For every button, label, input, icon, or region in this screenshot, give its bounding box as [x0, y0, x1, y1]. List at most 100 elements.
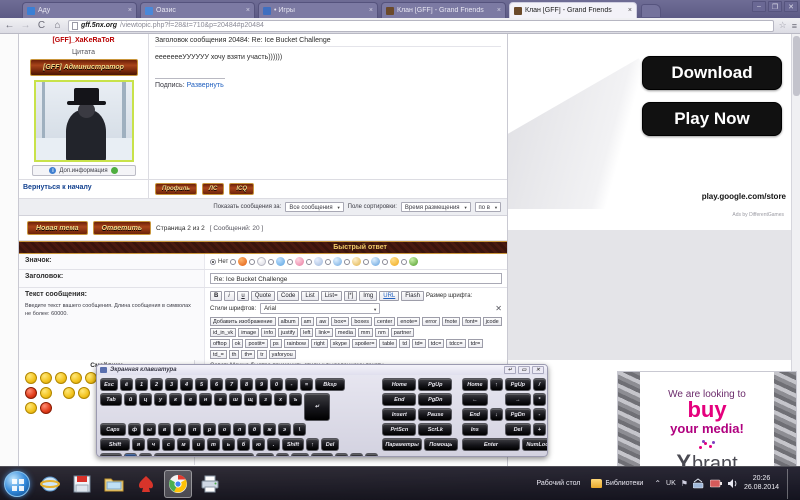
bbtag[interactable]: tdr= [467, 339, 484, 348]
key-backspace[interactable]: Bksp [315, 378, 345, 391]
smiley[interactable] [63, 387, 75, 399]
key-minus[interactable]: - [285, 378, 298, 391]
key-numlock[interactable]: NumLock [521, 438, 547, 451]
show-posts-select[interactable]: Все сообщения [285, 202, 344, 213]
bb-quote-button[interactable]: Quote [250, 291, 276, 301]
close-icon[interactable]: ✕ [495, 304, 502, 313]
taskbar-item-floppy-save-app[interactable] [68, 470, 96, 498]
key-num-divide[interactable]: / [532, 378, 546, 391]
taskbar-item-google-chrome[interactable] [164, 469, 192, 498]
key-scrlk[interactable]: ScrLk [418, 423, 453, 436]
key-l[interactable]: л [233, 423, 246, 436]
browser-tab-1[interactable]: Оазис × [140, 2, 255, 18]
bbtag[interactable]: left [300, 328, 314, 337]
bbtag[interactable]: enote= [397, 317, 421, 326]
bbtag[interactable]: album [277, 317, 299, 326]
bb-code-button[interactable]: Code [277, 291, 300, 301]
subject-input[interactable]: Re: Ice Bucket Challenge [210, 273, 502, 284]
icon-radio[interactable] [344, 258, 351, 265]
bb-list-button[interactable]: List [301, 291, 319, 301]
key-num-right[interactable]: → [504, 393, 531, 406]
browser-tab-4-active[interactable]: Клан [GFF] - Grand Friends × [509, 2, 637, 18]
bbtag[interactable]: center [374, 317, 396, 326]
key-a[interactable]: а [173, 423, 186, 436]
key-e[interactable]: э [278, 423, 291, 436]
reload-icon[interactable]: C [36, 20, 47, 31]
key-b[interactable]: б [237, 438, 250, 451]
key-num-enter[interactable]: Enter [461, 438, 520, 451]
bbtag[interactable]: tdc= [427, 339, 445, 348]
key-alt-right[interactable]: Alt [256, 453, 275, 456]
key-backslash[interactable]: \ [293, 423, 306, 436]
desktop-toolbar-label[interactable]: Рабочий стол [536, 480, 580, 487]
key-h[interactable]: х [274, 393, 287, 406]
smiley[interactable] [40, 402, 52, 414]
key-zh[interactable]: ж [263, 423, 276, 436]
smiley[interactable] [25, 387, 37, 399]
key-num-pgup[interactable]: PgUp [504, 378, 531, 391]
bbtag[interactable]: nm [375, 328, 389, 337]
signature-expand-link[interactable]: Развернуть [187, 82, 224, 89]
key-0[interactable]: 0 [270, 378, 283, 391]
post-icon-fire[interactable] [238, 257, 248, 266]
bbtag[interactable]: partner [390, 328, 415, 337]
key-shift-left[interactable]: Shift [100, 438, 130, 451]
key-equals[interactable]: = [300, 378, 313, 391]
bbtag[interactable]: offtop [210, 339, 230, 348]
bbtag[interactable]: info [261, 328, 277, 337]
key-d[interactable]: д [248, 423, 261, 436]
pm-button[interactable]: ЛС [201, 183, 225, 195]
font-style-select[interactable]: Arial [260, 303, 381, 315]
key-r[interactable]: р [203, 423, 216, 436]
bb-listitem-button[interactable]: [*] [343, 291, 358, 301]
key-pgup[interactable]: PgUp [418, 378, 453, 391]
bbtag[interactable]: yaforyou [268, 350, 296, 359]
key-pgdn[interactable]: PgDn [418, 393, 453, 406]
new-tab-button[interactable] [641, 4, 661, 17]
icon-radio[interactable] [382, 258, 389, 265]
post-author-name[interactable]: [GFF]_XaKeRaToR [23, 37, 144, 44]
key-num-multiply[interactable]: * [532, 393, 546, 406]
key-k[interactable]: к [169, 393, 182, 406]
key-windows[interactable]: ⊞ [124, 453, 137, 456]
scrollbar-thumb[interactable] [793, 36, 800, 96]
page-info-icon[interactable] [72, 21, 78, 30]
tab-close-icon[interactable]: × [628, 7, 632, 14]
star-icon[interactable]: ☆ [779, 20, 787, 31]
icon-radio[interactable] [325, 258, 332, 265]
back-icon[interactable]: ← [4, 20, 15, 31]
key-ctrl-right[interactable]: Ctrl [311, 453, 334, 456]
key-m[interactable]: м [177, 438, 190, 451]
key-z[interactable]: з [259, 393, 272, 406]
smiley[interactable] [40, 372, 52, 384]
profile-button[interactable]: Профиль [155, 183, 197, 195]
key-ye[interactable]: е [184, 393, 197, 406]
volume-icon[interactable] [727, 478, 739, 489]
key-tilde[interactable]: ё [120, 378, 133, 391]
bbtag[interactable]: tdcc= [446, 339, 466, 348]
browser-tab-0[interactable]: Аду × [22, 2, 137, 18]
close-window-button[interactable]: ✕ [784, 1, 798, 12]
osk-title-bar[interactable]: Экранная клавиатура ↵ ▭ ✕ [97, 365, 547, 375]
key-help[interactable]: Помощь [423, 438, 458, 451]
key-period[interactable]: . [267, 438, 280, 451]
key-insert[interactable]: Insert [382, 408, 417, 421]
bbtag[interactable]: ok [231, 339, 244, 348]
maximize-button[interactable]: ❐ [768, 1, 782, 12]
smiley[interactable] [40, 387, 52, 399]
post-icon-bulb[interactable] [390, 257, 400, 266]
forward-icon[interactable]: → [20, 20, 31, 31]
bbtag[interactable]: link= [315, 328, 333, 337]
hamburger-icon[interactable]: ≡ [792, 21, 797, 31]
key-end[interactable]: End [382, 393, 417, 406]
key-num-end[interactable]: End [461, 408, 488, 421]
key-menu[interactable]: ▤ [276, 453, 290, 456]
post-icon-leaf[interactable] [409, 257, 419, 266]
bbtag[interactable]: td [399, 339, 410, 348]
key-5[interactable]: 5 [195, 378, 208, 391]
key-num-up[interactable]: ↑ [489, 378, 503, 391]
key-num-down[interactable]: ↓ [489, 408, 503, 421]
key-shift-right[interactable]: Shift [282, 438, 304, 451]
key-hard[interactable]: ъ [289, 393, 302, 406]
battery-icon[interactable] [709, 478, 722, 489]
